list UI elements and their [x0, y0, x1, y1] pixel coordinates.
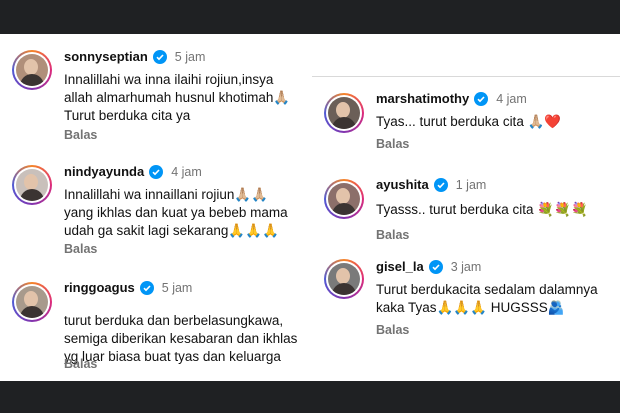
- timestamp: 4 jam: [496, 91, 527, 106]
- username[interactable]: nindyayunda: [64, 164, 144, 179]
- comment-header: ringgoagus 5 jam: [64, 280, 192, 295]
- verified-badge-icon: [433, 177, 448, 192]
- comment-item: ringgoagus 5 jam turut berduka dan berbe…: [0, 266, 312, 381]
- comment-text: Tyasss.. turut berduka cita 💐💐💐: [376, 202, 588, 217]
- comment-header: gisel_la 3 jam: [376, 259, 481, 274]
- comment-item: gisel_la 3 jam Turut berdukacita sedalam…: [312, 253, 620, 363]
- right-comments-panel: marshatimothy 4 jam Tyas... turut berduk…: [312, 76, 620, 381]
- verified-badge-icon: [428, 259, 443, 274]
- timestamp: 1 jam: [455, 177, 487, 192]
- avatar[interactable]: [12, 50, 52, 90]
- comment-header: nindyayunda 4 jam: [64, 164, 202, 179]
- comment-item: marshatimothy 4 jam Tyas... turut berduk…: [312, 77, 620, 157]
- avatar[interactable]: [324, 259, 364, 299]
- username[interactable]: gisel_la: [376, 259, 424, 274]
- comment-text: Turut berdukacita sedalam dalamnya kaka …: [376, 282, 598, 315]
- comment-header: ayushita 1 jam: [376, 177, 486, 192]
- left-comments-panel: sonnyseptian 5 jam Innalillahi wa inna i…: [0, 34, 312, 381]
- comment-header: sonnyseptian 5 jam: [64, 49, 205, 64]
- timestamp: 3 jam: [450, 259, 482, 274]
- verified-badge-icon: [139, 280, 154, 295]
- comment-text: Innalillahi wa inna ilaihi rojiun,insya …: [64, 72, 291, 123]
- comment-item: ayushita 1 jam Tyasss.. turut berduka ci…: [312, 165, 620, 245]
- username[interactable]: marshatimothy: [376, 91, 469, 106]
- username[interactable]: sonnyseptian: [64, 49, 148, 64]
- timestamp: 5 jam: [174, 49, 206, 64]
- timestamp: 5 jam: [161, 280, 193, 295]
- reply-button[interactable]: Balas: [64, 357, 97, 371]
- reply-button[interactable]: Balas: [64, 128, 97, 142]
- comment-item: nindyayunda 4 jam Innalillahi wa innaill…: [0, 154, 312, 274]
- avatar[interactable]: [324, 93, 364, 133]
- comment-text: Innalillahi wa innaillani rojiun🙏🏼🙏🏼 yan…: [64, 187, 288, 238]
- reply-button[interactable]: Balas: [376, 323, 409, 337]
- verified-badge-icon: [474, 91, 489, 106]
- comment-text: Tyas... turut berduka cita 🙏🏼❤️: [376, 114, 562, 129]
- reply-button[interactable]: Balas: [64, 242, 97, 256]
- comments-screenshot: sonnyseptian 5 jam Innalillahi wa inna i…: [0, 34, 620, 381]
- avatar[interactable]: [324, 179, 364, 219]
- reply-button[interactable]: Balas: [376, 137, 409, 151]
- username[interactable]: ayushita: [376, 177, 429, 192]
- avatar[interactable]: [12, 282, 52, 322]
- avatar[interactable]: [12, 165, 52, 205]
- comment-text: turut berduka dan berbelasungkawa, semig…: [64, 313, 298, 364]
- timestamp: 4 jam: [171, 164, 202, 179]
- username[interactable]: ringgoagus: [64, 280, 135, 295]
- verified-badge-icon: [152, 49, 167, 64]
- comment-item: sonnyseptian 5 jam Innalillahi wa inna i…: [0, 34, 312, 154]
- reply-button[interactable]: Balas: [376, 228, 409, 242]
- verified-badge-icon: [149, 164, 164, 179]
- comment-header: marshatimothy 4 jam: [376, 91, 527, 106]
